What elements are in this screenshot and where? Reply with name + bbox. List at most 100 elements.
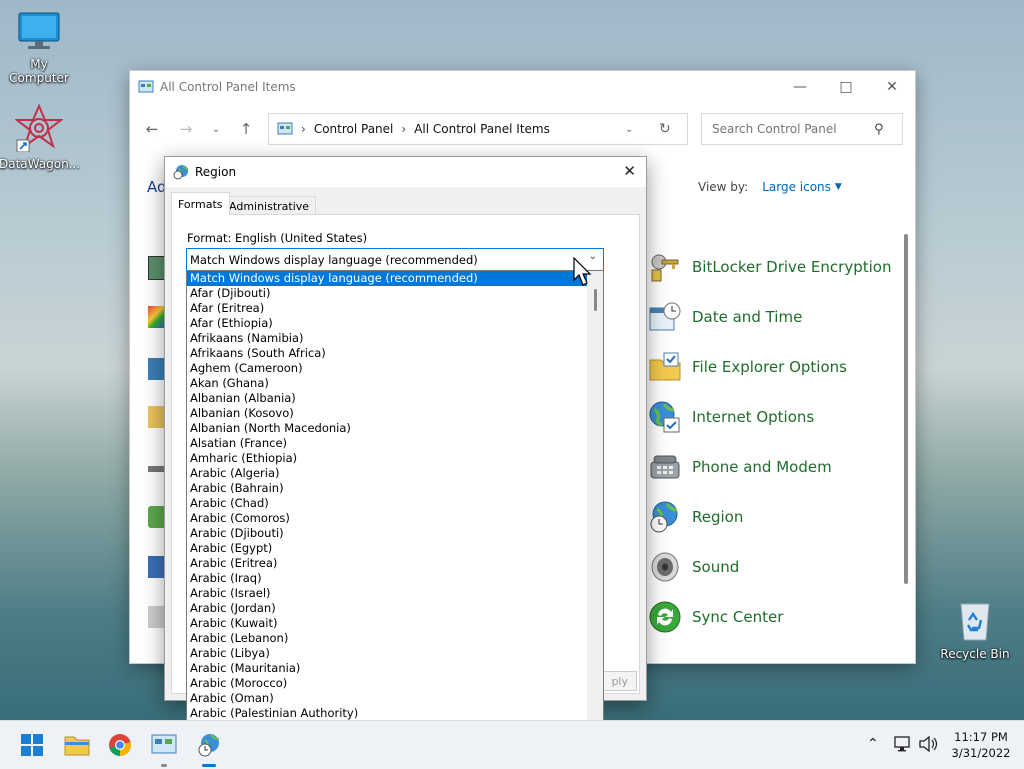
cp-item-label: Date and Time [692,308,803,326]
datawagon-logo-icon [14,103,64,153]
view-by-dropdown[interactable]: Large icons [762,180,831,194]
minimize-button[interactable]: — [777,71,823,103]
taskbar-control-panel[interactable] [148,729,180,767]
recent-locations-button[interactable]: ⌄ [204,117,228,141]
desktop-icon-datawagon[interactable]: DataWagon... [0,103,81,171]
list-item[interactable]: Arabic (Palestinian Authority) [187,706,603,721]
list-item[interactable]: Afrikaans (South Africa) [187,346,603,361]
desktop-icon-my-computer[interactable]: My Computer [0,10,79,85]
content-scrollbar[interactable] [904,234,908,584]
list-item[interactable]: Arabic (Eritrea) [187,556,603,571]
desktop-icon-recycle-bin[interactable]: Recycle Bin [935,598,1015,661]
list-item[interactable]: Arabic (Bahrain) [187,481,603,496]
list-item[interactable]: Arabic (Mauritania) [187,661,603,676]
list-item[interactable]: Arabic (Egypt) [187,541,603,556]
taskbar-region[interactable] [193,729,225,767]
chevron-down-icon[interactable]: ⌄ [625,124,633,135]
format-select-value: Match Windows display language (recommen… [190,253,478,267]
sync-arrows-icon [648,600,682,634]
close-button[interactable]: ✕ [869,71,915,103]
active-indicator [202,764,216,767]
cp-item-region[interactable]: Region [648,497,743,537]
view-by-label: View by: [698,180,749,194]
forward-button[interactable]: → [174,117,198,141]
format-select[interactable]: Match Windows display language (recommen… [186,248,604,272]
list-item[interactable]: Arabic (Morocco) [187,676,603,691]
list-item[interactable]: Afrikaans (Namibia) [187,331,603,346]
taskbar-file-explorer[interactable] [61,729,93,761]
globe-clock-icon [198,734,220,757]
breadcrumb-item[interactable]: Control Panel [314,122,394,136]
list-item[interactable]: Albanian (North Macedonia) [187,421,603,436]
list-item[interactable]: Arabic (Iraq) [187,571,603,586]
list-item[interactable]: Arabic (Oman) [187,691,603,706]
network-icon[interactable] [893,736,911,752]
taskbar-chrome[interactable] [104,729,136,761]
clock[interactable]: 11:17 PM 3/31/2022 [946,729,1016,761]
cp-item-internet-options[interactable]: Internet Options [648,397,814,437]
list-item[interactable]: Arabic (Jordan) [187,601,603,616]
list-item[interactable]: Aghem (Cameroon) [187,361,603,376]
list-item[interactable]: Match Windows display language (recommen… [187,271,603,286]
list-item[interactable]: Arabic (Djibouti) [187,526,603,541]
list-scrollbar[interactable] [587,271,603,720]
breadcrumb-item[interactable]: All Control Panel Items [414,122,550,136]
list-item[interactable]: Arabic (Israel) [187,586,603,601]
list-item[interactable]: Alsatian (France) [187,436,603,451]
list-item[interactable]: Afar (Ethiopia) [187,316,603,331]
list-scrollbar-thumb[interactable] [594,289,597,311]
tab-formats[interactable]: Formats [171,192,230,215]
list-item[interactable]: Arabic (Kuwait) [187,616,603,631]
desktop-icon-label: DataWagon... [0,157,81,171]
search-input[interactable] [710,121,874,137]
chevron-right-icon: › [401,122,407,136]
volume-icon[interactable] [918,736,938,752]
desktop-icon-label: My Computer [9,57,69,85]
cp-item-bitlocker[interactable]: BitLocker Drive Encryption [648,247,891,287]
list-item[interactable]: Albanian (Albania) [187,391,603,406]
list-item[interactable]: Amharic (Ethiopia) [187,451,603,466]
list-item[interactable]: Albanian (Kosovo) [187,406,603,421]
control-panel-icon [151,734,177,754]
list-item[interactable]: Arabic (Comoros) [187,511,603,526]
address-bar[interactable]: › Control Panel › All Control Panel Item… [268,113,688,145]
tab-administrative[interactable]: Administrative [222,196,317,215]
maximize-button[interactable]: □ [823,71,869,103]
caret-down-icon[interactable]: ▼ [835,182,842,192]
recycle-bin-icon [960,603,990,641]
list-item[interactable]: Afar (Djibouti) [187,286,603,301]
folder-check-icon [648,350,682,384]
list-item[interactable]: Arabic (Libya) [187,646,603,661]
search-box[interactable]: ⚲ [701,113,903,145]
search-icon[interactable]: ⚲ [874,122,884,137]
format-options-list[interactable]: Match Windows display language (recommen… [186,270,604,723]
format-label: Format: English (United States) [187,231,368,245]
up-button[interactable]: ↑ [234,117,258,141]
list-item[interactable]: Akan (Ghana) [187,376,603,391]
cp-item-file-explorer-options[interactable]: File Explorer Options [648,347,847,387]
show-hidden-icons-chevron-up-icon[interactable]: ⌃ [867,736,879,752]
phone-icon [648,450,682,484]
speaker-icon [648,550,682,584]
clock-time: 11:17 PM [954,730,1008,744]
cp-item-date-time[interactable]: Date and Time [648,297,802,337]
cp-item-sound[interactable]: Sound [648,547,739,587]
list-item[interactable]: Arabic (Chad) [187,496,603,511]
bitlocker-keys-icon [648,250,682,284]
cp-item-label: Sync Center [692,608,784,626]
cp-item-label: Sound [692,558,740,576]
cp-item-label: Internet Options [692,408,815,426]
mouse-cursor-icon [573,257,592,286]
start-button[interactable] [16,729,48,761]
cp-item-phone-modem[interactable]: Phone and Modem [648,447,832,487]
cp-item-sync-center[interactable]: Sync Center [648,597,783,637]
back-button[interactable]: ← [140,117,164,141]
list-item[interactable]: Afar (Eritrea) [187,301,603,316]
close-icon[interactable]: ✕ [623,162,636,180]
refresh-icon[interactable]: ↻ [659,121,671,137]
cp-item-label: Region [692,508,744,526]
monitor-icon [18,12,60,49]
list-item[interactable]: Arabic (Algeria) [187,466,603,481]
windows-logo-icon [21,734,43,756]
list-item[interactable]: Arabic (Lebanon) [187,631,603,646]
